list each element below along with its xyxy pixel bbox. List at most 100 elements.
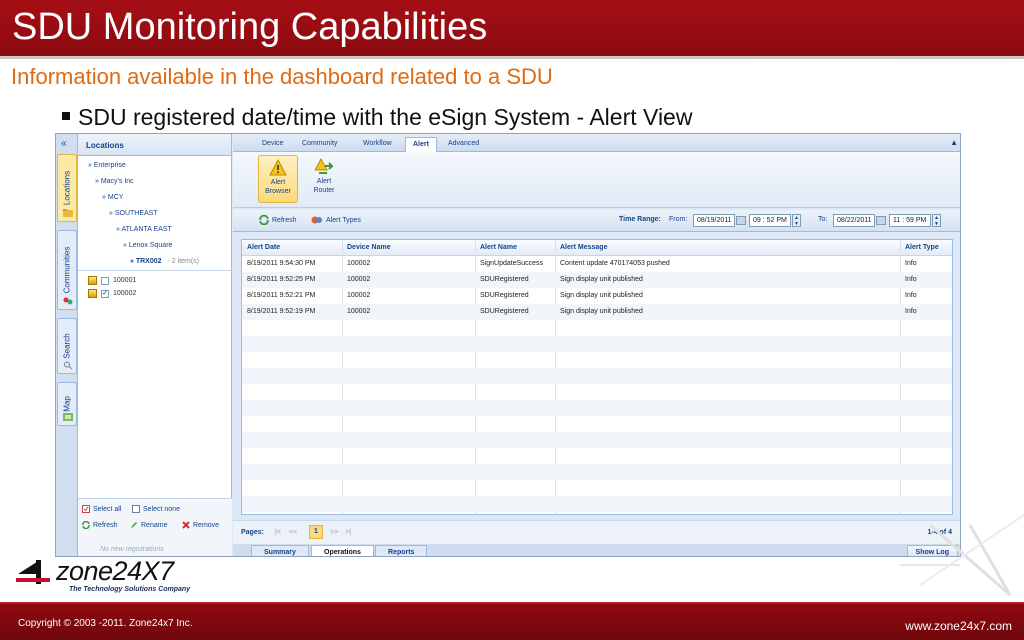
tree-node-southeast[interactable]: » SOUTHEAST bbox=[109, 210, 158, 217]
device-checkbox[interactable] bbox=[101, 276, 109, 285]
empty-row bbox=[242, 368, 952, 384]
time-range-label: Time Range: bbox=[619, 216, 661, 223]
cell-alert-type: Info bbox=[905, 292, 917, 299]
cell-alert-message: Sign display unit published bbox=[560, 308, 643, 315]
alert-types-button[interactable]: Alert Types bbox=[311, 215, 361, 225]
bottom-tab-bar: Summary Operations Reports Show Log bbox=[233, 544, 960, 556]
cell-device-name: 100002 bbox=[347, 308, 371, 315]
prev-page-button[interactable]: << bbox=[289, 529, 297, 536]
device-checkbox[interactable]: ✓ bbox=[101, 289, 109, 298]
title-divider bbox=[0, 56, 1024, 59]
alert-types-icon bbox=[311, 216, 322, 224]
col-alert-name[interactable]: Alert Name bbox=[480, 244, 517, 251]
select-none-icon bbox=[132, 505, 140, 513]
rename-button[interactable]: Rename bbox=[130, 521, 167, 529]
cell-alert-name: SDURegistered bbox=[480, 292, 529, 299]
tab-community[interactable]: Community bbox=[295, 137, 344, 152]
from-time-field[interactable]: 09 : 52 PM bbox=[749, 214, 791, 227]
registration-status: No new registrations bbox=[100, 546, 164, 553]
to-time-field[interactable]: 11 : 59 PM bbox=[889, 214, 931, 227]
router-icon bbox=[315, 158, 333, 174]
device-row[interactable]: ✓ 100002 bbox=[88, 289, 136, 298]
slide: SDU Monitoring Capabilities Information … bbox=[0, 0, 1024, 640]
cell-device-name: 100002 bbox=[347, 276, 371, 283]
tab-device[interactable]: Device bbox=[255, 137, 290, 152]
cell-alert-name: SDURegistered bbox=[480, 308, 529, 315]
communities-icon bbox=[63, 297, 73, 305]
last-page-button[interactable]: >| bbox=[345, 529, 351, 536]
tree-node-atlanta-east[interactable]: » ATLANTA EAST bbox=[116, 226, 172, 233]
to-date-field[interactable]: 08/22/2011 bbox=[833, 214, 875, 227]
tree-node-lenox-square[interactable]: » Lenox Square bbox=[123, 242, 172, 249]
tab-alert[interactable]: Alert bbox=[405, 137, 437, 152]
cell-alert-message: Content update 470174053 pushed bbox=[560, 260, 670, 267]
from-date-field[interactable]: 08/19/2011 bbox=[693, 214, 735, 227]
select-all-label: Select all bbox=[93, 505, 122, 513]
from-time-spinner[interactable]: ▲ ▼ bbox=[792, 214, 801, 227]
table-row[interactable]: 8/19/2011 9:52:25 PM 100002 SDURegistere… bbox=[242, 272, 952, 288]
tab-operations[interactable]: Operations bbox=[311, 545, 374, 556]
tree-node-label: » TRX002 bbox=[130, 258, 162, 265]
tab-advanced[interactable]: Advanced bbox=[441, 137, 486, 152]
location-tree-panel: Locations » Enterprise » Macy's Inc » MC… bbox=[78, 134, 232, 556]
empty-row bbox=[242, 480, 952, 496]
tab-reports[interactable]: Reports bbox=[375, 545, 428, 556]
alert-ribbon: Alert Browser Alert Router bbox=[233, 152, 960, 208]
cell-alert-date: 8/19/2011 9:54:30 PM bbox=[247, 260, 316, 267]
remove-label: Remove bbox=[193, 521, 220, 529]
alert-browser-label-1: Alert bbox=[270, 179, 286, 186]
footer-bar: Copyright © 2003 -2011. Zone24x7 Inc. ww… bbox=[0, 602, 1024, 640]
tree-node-enterprise[interactable]: » Enterprise bbox=[88, 162, 126, 169]
table-row[interactable]: 8/19/2011 9:54:30 PM 100002 SignUpdateSu… bbox=[242, 256, 952, 272]
col-device-name[interactable]: Device Name bbox=[347, 244, 391, 251]
calendar-icon[interactable] bbox=[736, 216, 746, 225]
side-tab-strip: « Locations Communities Search Map bbox=[56, 134, 78, 556]
website-link[interactable]: www.zone24x7.com bbox=[905, 619, 1012, 633]
title-bar: SDU Monitoring Capabilities bbox=[0, 0, 1024, 56]
tree-actions-panel: Select all Select none Refresh Rename Re… bbox=[78, 498, 232, 556]
tree-node-macys[interactable]: » Macy's Inc bbox=[95, 178, 134, 185]
side-tab-locations[interactable]: Locations bbox=[57, 154, 77, 222]
side-tab-map[interactable]: Map bbox=[57, 382, 77, 426]
remove-button[interactable]: Remove bbox=[182, 521, 219, 529]
cell-alert-message: Sign display unit published bbox=[560, 292, 643, 299]
warning-icon bbox=[269, 159, 287, 176]
empty-row bbox=[242, 336, 952, 352]
col-alert-type[interactable]: Alert Type bbox=[905, 244, 939, 251]
side-tab-communities[interactable]: Communities bbox=[57, 230, 77, 310]
tab-summary[interactable]: Summary bbox=[251, 545, 309, 556]
collapse-left-icon[interactable]: « bbox=[61, 138, 67, 149]
cell-alert-date: 8/19/2011 9:52:21 PM bbox=[247, 292, 316, 299]
next-page-button[interactable]: >> bbox=[330, 529, 338, 536]
item-count: - 2 item(s) bbox=[167, 258, 200, 265]
table-row[interactable]: 8/19/2011 9:52:21 PM 100002 SDURegistere… bbox=[242, 288, 952, 304]
to-time-spinner[interactable]: ▲ ▼ bbox=[932, 214, 941, 227]
empty-row bbox=[242, 400, 952, 416]
select-all-button[interactable]: Select all bbox=[82, 505, 121, 513]
current-page[interactable]: 1 bbox=[309, 525, 323, 539]
tree-node-mcy[interactable]: » MCY bbox=[102, 194, 123, 201]
calendar-icon[interactable] bbox=[876, 216, 886, 225]
side-tab-search[interactable]: Search bbox=[57, 318, 77, 374]
empty-row bbox=[242, 496, 952, 512]
alert-browser-label-2: Browser bbox=[265, 188, 291, 195]
tab-workflow[interactable]: Workflow bbox=[356, 137, 399, 152]
remove-x-icon bbox=[182, 521, 190, 529]
col-alert-message[interactable]: Alert Message bbox=[560, 244, 607, 251]
cell-alert-type: Info bbox=[905, 260, 917, 267]
empty-row bbox=[242, 448, 952, 464]
device-row[interactable]: 100001 bbox=[88, 276, 136, 285]
empty-row bbox=[242, 320, 952, 336]
alert-grid: Alert Date Device Name Alert Name Alert … bbox=[241, 239, 953, 515]
tree-node-trx002[interactable]: » TRX002 - 2 item(s) bbox=[130, 258, 199, 265]
cell-alert-type: Info bbox=[905, 276, 917, 283]
table-row[interactable]: 8/19/2011 9:52:19 PM 100002 SDURegistere… bbox=[242, 304, 952, 320]
alert-router-button[interactable]: Alert Router bbox=[304, 155, 344, 203]
alert-browser-button[interactable]: Alert Browser bbox=[258, 155, 298, 203]
select-none-button[interactable]: Select none bbox=[132, 505, 180, 513]
collapse-up-icon[interactable]: ▲ bbox=[950, 138, 958, 147]
tree-refresh-button[interactable]: Refresh bbox=[82, 521, 118, 529]
col-alert-date[interactable]: Alert Date bbox=[247, 244, 280, 251]
first-page-button[interactable]: |< bbox=[275, 529, 281, 536]
refresh-button[interactable]: Refresh bbox=[259, 215, 297, 225]
